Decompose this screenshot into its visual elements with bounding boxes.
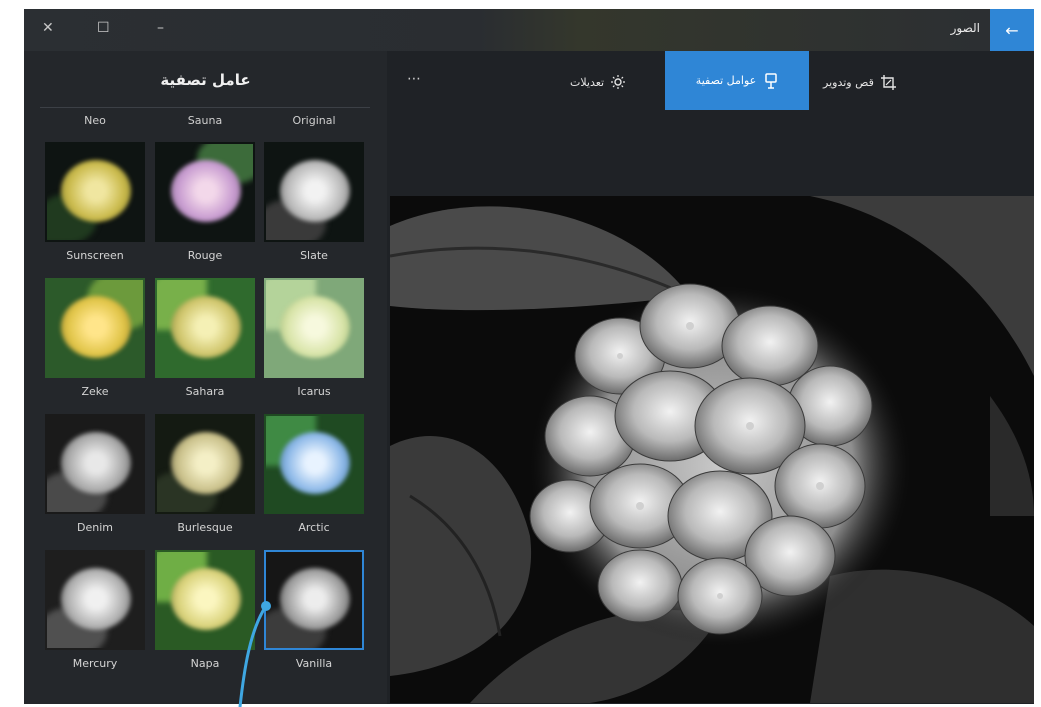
flower-image (280, 432, 350, 494)
filter-label-sauna: Sauna (187, 114, 223, 127)
more-options-button[interactable]: ⋯ (407, 71, 423, 87)
filter-label-icarus: Icarus (297, 385, 331, 398)
filter-thumb-mercury[interactable] (45, 550, 145, 650)
flower-image (61, 568, 131, 630)
crop-rotate-button[interactable]: قص وتدوير (823, 68, 896, 96)
edit-toolbar: ⋯ تعديلات عوامل تصفية قص وتدوير (387, 51, 1034, 113)
filter-thumb-icarus[interactable] (264, 278, 364, 378)
adjust-label: تعديلات (570, 75, 605, 89)
filter-label-mercury: Mercury (72, 657, 118, 670)
filter-thumb-rouge[interactable] (155, 142, 255, 242)
filter-thumb-vanilla[interactable] (264, 550, 364, 650)
filter-thumb-napa[interactable] (155, 550, 255, 650)
filter-label-sunscreen: Sunscreen (66, 249, 124, 262)
filter-label-neo: Neo (84, 114, 106, 127)
hydrangea-photo (390, 196, 1034, 703)
adjustments-button[interactable]: تعديلات (570, 68, 626, 96)
photos-app-window: ✕ ☐ – الصور ← عامل تصفية Neo Sauna Origi… (24, 9, 1034, 704)
filter-thumb-denim[interactable] (45, 414, 145, 514)
filter-label-napa: Napa (190, 657, 220, 670)
crop-icon (880, 74, 896, 90)
flower-image (61, 432, 131, 494)
flower-image (171, 432, 241, 494)
filter-label-rouge: Rouge (187, 249, 223, 262)
filter-label-burlesque: Burlesque (177, 521, 233, 534)
title-bar: ✕ ☐ – الصور ← (24, 9, 1034, 51)
flower-image (171, 296, 241, 358)
back-arrow-icon: ← (1005, 20, 1019, 40)
filters-label: عوامل تصفية (695, 74, 757, 87)
filters-button[interactable]: عوامل تصفية (665, 51, 809, 110)
filter-label-sahara: Sahara (185, 385, 225, 398)
brightness-icon (611, 75, 626, 89)
app-title: الصور (950, 21, 980, 35)
filter-thumb-burlesque[interactable] (155, 414, 255, 514)
filter-thumb-arctic[interactable] (264, 414, 364, 514)
filter-label-slate: Slate (300, 249, 328, 262)
flower-image (280, 296, 350, 358)
minimize-icon[interactable]: – (157, 20, 164, 36)
filter-thumb-slate[interactable] (264, 142, 364, 242)
filter-thumb-zeke[interactable] (45, 278, 145, 378)
close-icon[interactable]: ✕ (42, 20, 54, 36)
flower-image (171, 568, 241, 630)
flower-image (280, 568, 350, 630)
flower-image (171, 160, 241, 222)
flower-image (61, 296, 131, 358)
filter-label-denim: Denim (77, 521, 113, 534)
filter-thumb-sahara[interactable] (155, 278, 255, 378)
flower-image (61, 160, 131, 222)
restore-icon[interactable]: ☐ (97, 20, 110, 36)
filter-label-original: Original (292, 114, 336, 127)
panel-title: عامل تصفية (160, 71, 251, 89)
filter-label-vanilla: Vanilla (295, 657, 333, 670)
back-button[interactable]: ← (990, 9, 1034, 51)
filter-icon (765, 72, 777, 89)
filter-label-zeke: Zeke (81, 385, 109, 398)
crop-label: قص وتدوير (823, 75, 874, 89)
divider (40, 107, 370, 108)
filter-thumb-sunscreen[interactable] (45, 142, 145, 242)
photo-canvas (390, 196, 1034, 703)
filter-panel: عامل تصفية Neo Sauna Original Sunscreen … (24, 51, 387, 704)
flower-image (280, 160, 350, 222)
filter-label-arctic: Arctic (298, 521, 330, 534)
